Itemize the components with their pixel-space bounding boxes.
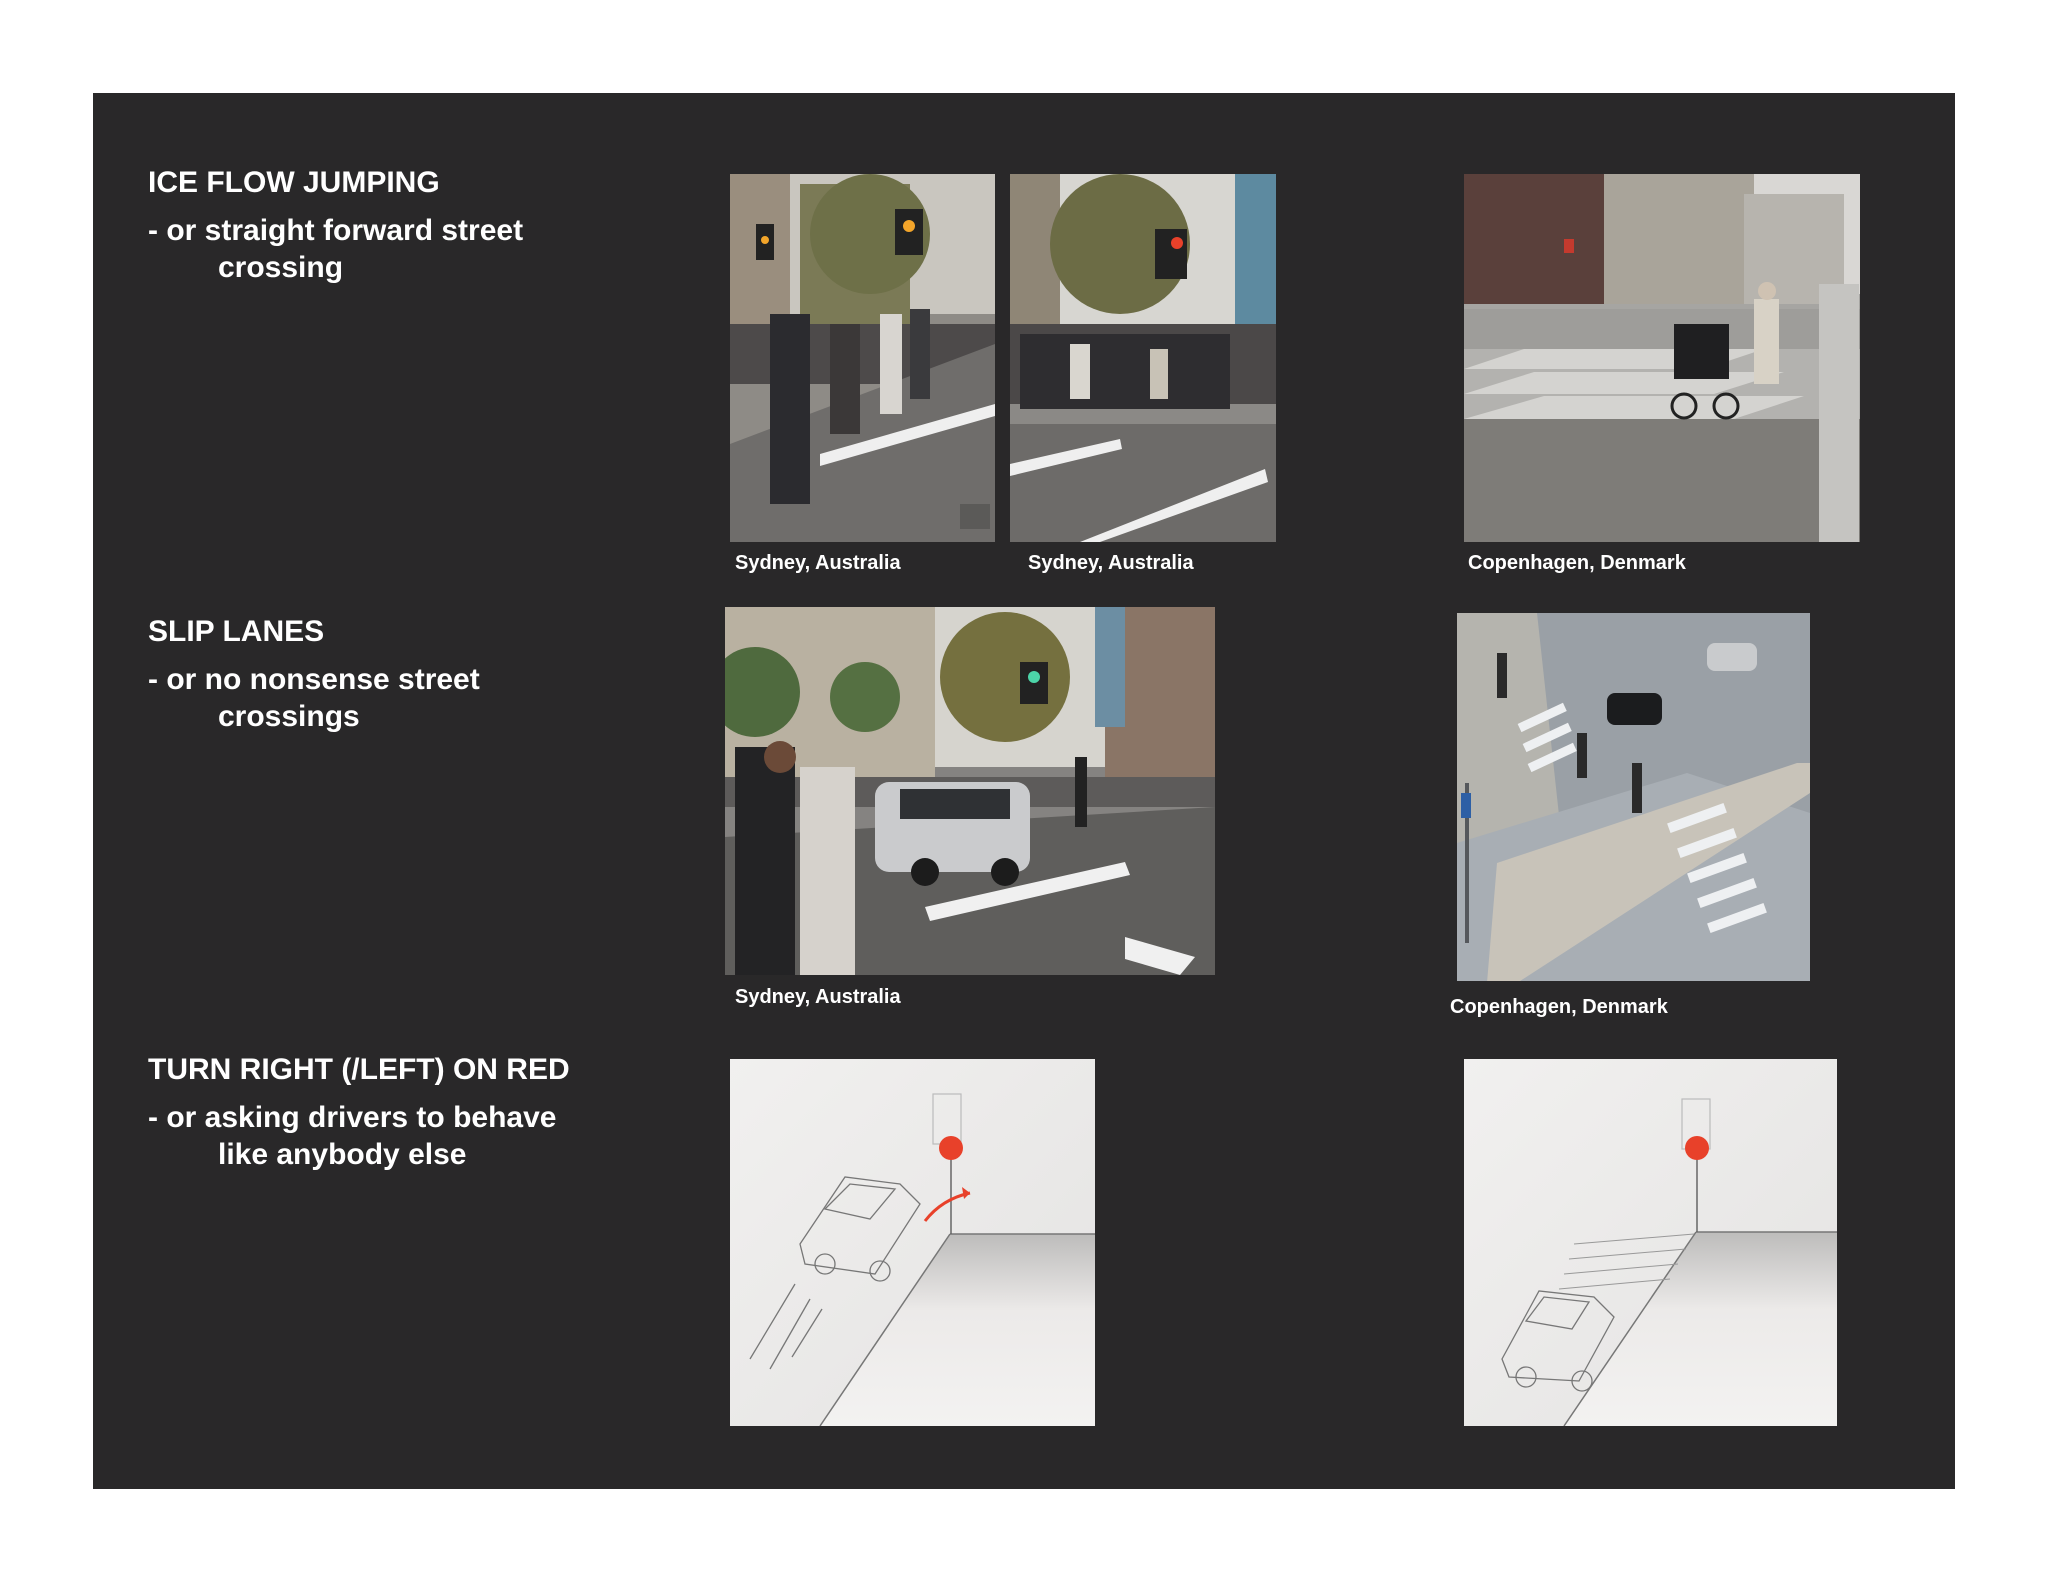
subtitle-line-2: like anybody else	[218, 1138, 467, 1171]
photo-copenhagen-crosswalk-pram	[1464, 174, 1860, 542]
subtitle-line-1: - or asking drivers to behave	[148, 1101, 557, 1134]
subtitle-line-2: crossings	[218, 700, 360, 733]
section-subtitle-turn-on-red: - or asking drivers to behave like anybo…	[148, 1099, 556, 1173]
section-heading-turn-on-red: TURN RIGHT (/LEFT) ON RED	[148, 1053, 570, 1086]
photo-copenhagen-aerial-crossing	[1457, 613, 1810, 981]
subtitle-line-2: crossing	[218, 251, 344, 284]
section-subtitle-slip-lanes: - or no nonsense street crossings	[148, 661, 480, 735]
subtitle-line-1: - or no nonsense street	[148, 663, 480, 696]
sketch-car-turning-on-red	[730, 1059, 1095, 1426]
caption-copenhagen-2: Copenhagen, Denmark	[1450, 996, 1668, 1018]
caption-sydney-1: Sydney, Australia	[735, 552, 901, 574]
photo-sydney-slip-lane	[725, 607, 1215, 975]
sketch-car-waiting-at-red	[1464, 1059, 1837, 1426]
photo-sydney-pedestrians-2	[1010, 174, 1276, 542]
section-heading-ice-flow-jumping: ICE FLOW JUMPING	[148, 166, 440, 199]
caption-sydney-3: Sydney, Australia	[735, 986, 901, 1008]
section-heading-slip-lanes: SLIP LANES	[148, 615, 325, 648]
content-panel: ICE FLOW JUMPING - or straight forward s…	[93, 93, 1955, 1489]
caption-sydney-2: Sydney, Australia	[1028, 552, 1194, 574]
caption-copenhagen-1: Copenhagen, Denmark	[1468, 552, 1686, 574]
subtitle-line-1: - or straight forward street	[148, 214, 524, 247]
photo-sydney-pedestrians-1	[730, 174, 995, 542]
section-subtitle-ice-flow-jumping: - or straight forward street crossing	[148, 212, 523, 286]
